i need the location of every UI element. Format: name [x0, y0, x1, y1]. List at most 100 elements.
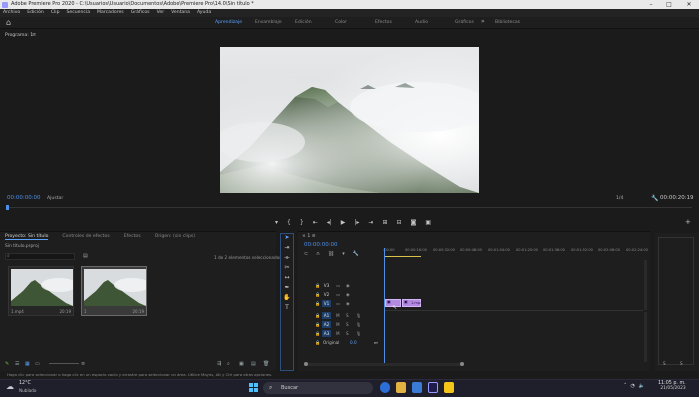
settings-wrench-icon[interactable]: 🔧: [353, 251, 359, 257]
add-marker-icon[interactable]: ▾: [275, 219, 278, 226]
go-to-out-icon[interactable]: ⇥: [368, 219, 373, 226]
track-select-icon[interactable]: ⇥: [281, 244, 293, 254]
work-area-bar[interactable]: [385, 256, 421, 257]
nest-icon[interactable]: ⊂: [304, 251, 308, 257]
step-forward-icon[interactable]: |▸: [354, 219, 359, 226]
windows-start-icon[interactable]: [249, 383, 259, 393]
trash-icon[interactable]: 🗑: [263, 361, 269, 367]
find-icon[interactable]: ⌕: [227, 361, 230, 367]
sync-lock-icon[interactable]: ▭: [336, 281, 340, 290]
menu-clip[interactable]: Clip: [51, 9, 60, 17]
play-icon[interactable]: ▶: [341, 219, 346, 226]
tab-efectos[interactable]: Efectos: [375, 17, 415, 29]
scrubber-playhead[interactable]: [6, 205, 9, 210]
timeline-horizontal-scrollbar[interactable]: [304, 362, 464, 366]
more-workspaces-icon[interactable]: »: [481, 18, 485, 25]
eye-icon[interactable]: ◉: [346, 281, 350, 290]
master-volume[interactable]: 0.0: [350, 338, 357, 347]
mark-out-icon[interactable]: }: [300, 219, 304, 226]
lock-icon[interactable]: 🔒: [315, 329, 320, 338]
tab-effect-controls[interactable]: Controles de efectos: [62, 234, 109, 240]
pen-icon[interactable]: ✒: [281, 284, 293, 294]
program-scrubber[interactable]: [6, 205, 692, 211]
program-timecode[interactable]: 00:00:00:00: [7, 195, 41, 201]
menu-marcadores[interactable]: Marcadores: [97, 9, 124, 17]
close-button[interactable]: ✕: [682, 0, 696, 9]
mute-icon[interactable]: M: [336, 329, 340, 338]
sync-lock-icon[interactable]: ▭: [336, 299, 340, 308]
lock-icon[interactable]: 🔒: [315, 299, 320, 308]
hand-icon[interactable]: ✋: [281, 294, 293, 304]
playback-resolution-select[interactable]: 1/4: [616, 196, 623, 201]
project-item-selected[interactable]: 1 20:19: [81, 266, 147, 316]
step-back-icon[interactable]: ◂|: [327, 219, 332, 226]
minimize-button[interactable]: –: [644, 0, 658, 9]
solo-icon[interactable]: S: [346, 329, 349, 338]
comparison-view-icon[interactable]: ▣: [425, 219, 431, 226]
track-header-a2[interactable]: 🔒 A2 M S 🎙: [312, 320, 382, 329]
mark-in-icon[interactable]: {: [287, 219, 291, 226]
menu-ver[interactable]: Ver: [157, 9, 165, 17]
eye-icon[interactable]: ◉: [346, 290, 350, 299]
new-bin-icon[interactable]: ▣: [239, 361, 244, 367]
type-tool-icon[interactable]: T: [281, 304, 293, 314]
project-item[interactable]: 1.mp4 20:19: [8, 266, 74, 316]
cloud-icon[interactable]: ☁: [6, 382, 14, 391]
solo-icon[interactable]: S: [346, 320, 349, 329]
lock-icon[interactable]: 🔒: [315, 338, 320, 347]
track-header-master[interactable]: 🔒 Original 0.0 ⏭: [312, 338, 382, 347]
panel-menu-icon[interactable]: ≡: [32, 32, 36, 38]
tab-audio[interactable]: Audio: [415, 17, 455, 29]
program-monitor-title[interactable]: Programa: 1: [5, 33, 33, 38]
menu-archivo[interactable]: Archivo: [3, 9, 20, 17]
track-header-v3[interactable]: 🔒 V3 ▭ ◉: [312, 281, 382, 290]
track-header-a3[interactable]: 🔒 A3 M S 🎙: [312, 329, 382, 338]
new-item-icon[interactable]: ▤: [251, 361, 256, 367]
audio-vertical-scrollbar[interactable]: [644, 312, 647, 362]
tab-project[interactable]: Proyecto: Sin título: [5, 234, 49, 240]
add-marker-icon[interactable]: ▾: [342, 251, 345, 257]
solo-button[interactable]: S: [680, 361, 683, 366]
eye-icon[interactable]: ◉: [346, 299, 350, 308]
premiere-taskbar-icon[interactable]: [428, 382, 438, 393]
menu-secuencia[interactable]: Secuencia: [67, 9, 91, 17]
icon-view-icon[interactable]: ▦: [25, 361, 30, 367]
scroll-handle-right[interactable]: [460, 362, 464, 366]
automate-to-sequence-icon[interactable]: ⇶: [217, 361, 221, 367]
razor-icon[interactable]: ✂: [281, 264, 293, 274]
tab-aprendizaje[interactable]: Aprendizaje: [215, 17, 255, 29]
mic-icon[interactable]: 🎙: [356, 311, 361, 320]
track-header-v1[interactable]: 🔒 V1 ▭ ◉: [312, 299, 382, 308]
ripple-edit-icon[interactable]: ⟛: [281, 254, 293, 264]
wrench-icon[interactable]: 🔧: [651, 195, 658, 202]
home-icon[interactable]: ⌂: [6, 19, 14, 27]
zoom-slider[interactable]: [49, 363, 79, 364]
linked-selection-icon[interactable]: ⛓: [328, 251, 334, 257]
selection-tool-icon[interactable]: ➤: [281, 234, 293, 244]
list-view-icon[interactable]: ☰: [15, 361, 19, 367]
mute-icon[interactable]: M: [336, 311, 340, 320]
video-clip[interactable]: ▣ 1.mp4: [402, 299, 423, 307]
freeform-view-icon[interactable]: ▭: [35, 361, 40, 367]
lock-icon[interactable]: 🔒: [315, 311, 320, 320]
chevron-up-icon[interactable]: ˄: [624, 383, 627, 389]
tab-source[interactable]: Origen: (sin clips): [155, 234, 195, 240]
tab-bibliotecas[interactable]: Bibliotecas: [495, 17, 535, 29]
lock-icon[interactable]: 🔒: [315, 281, 320, 290]
export-frame-icon[interactable]: ◙: [411, 219, 417, 226]
mute-icon[interactable]: M: [336, 320, 340, 329]
file-explorer-icon[interactable]: [396, 382, 406, 393]
track-header-v2[interactable]: 🔒 V2 ▭ ◉: [312, 290, 382, 299]
go-to-in-icon[interactable]: ⇤: [313, 219, 318, 226]
tab-color[interactable]: Color: [335, 17, 375, 29]
taskbar-search[interactable]: ⌕ Buscar: [263, 382, 373, 394]
tab-graficos[interactable]: Gráficos: [455, 17, 495, 29]
timeline-timecode[interactable]: 00:00:00:00: [304, 242, 338, 248]
new-bin-from-search-icon[interactable]: ▤: [83, 253, 88, 259]
slip-icon[interactable]: ↔: [281, 274, 293, 284]
taskbar-clock[interactable]: 11:05 p. m. 21/05/2023: [658, 381, 686, 391]
zoom-fit-select[interactable]: Ajustar: [47, 196, 63, 201]
volume-icon[interactable]: 🔈: [639, 383, 645, 389]
button-editor-plus-icon[interactable]: +: [685, 218, 691, 226]
insert-icon[interactable]: ⊞: [382, 219, 387, 226]
